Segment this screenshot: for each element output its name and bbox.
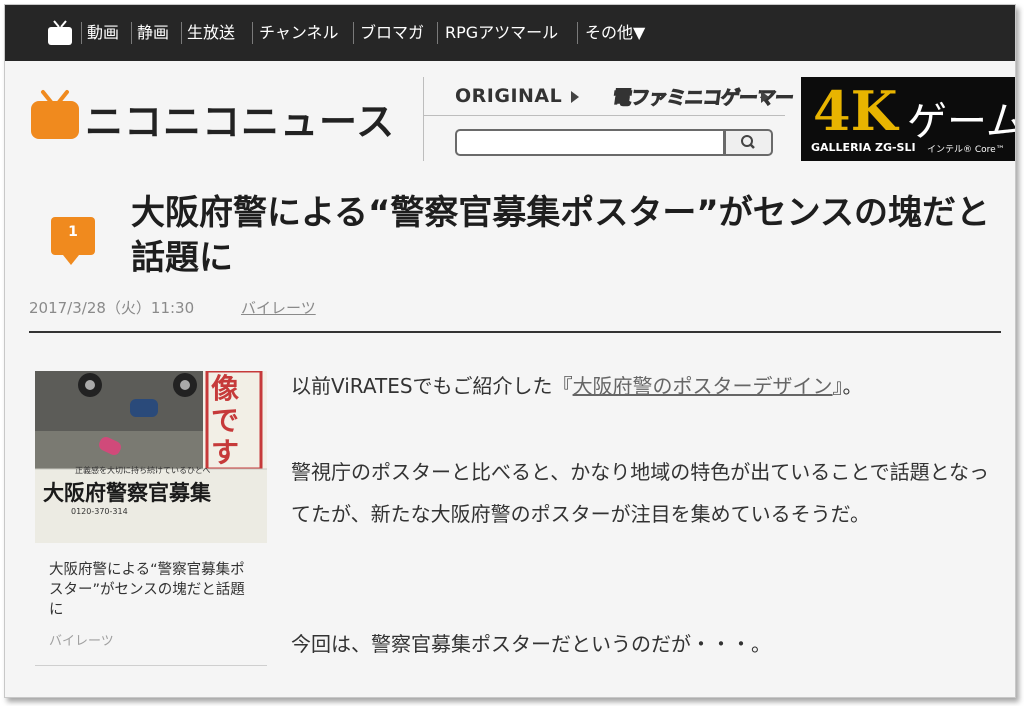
original-link[interactable]: ORIGINAL <box>455 85 562 107</box>
search-input[interactable] <box>455 129 725 156</box>
chevron-right-icon <box>761 91 769 103</box>
niconico-news-logo-icon[interactable] <box>29 89 81 145</box>
ad-headline: 4K <box>813 79 898 143</box>
global-nav-bar: 動画 静画 生放送 チャンネル ブロマガ RPGアツマール その他▼ <box>5 5 1015 61</box>
browser-window: 動画 静画 生放送 チャンネル ブロマガ RPGアツマール その他▼ ニコニコニ… <box>4 4 1016 698</box>
ranking-badge-number: 1 <box>68 224 78 240</box>
chevron-right-icon <box>571 91 579 103</box>
side-card-source: バイレーツ <box>49 634 114 649</box>
article-thumbnail[interactable]: 像です 正義感を大切に持ち続けているひとへ 大阪府警察官募集 0120-370-… <box>35 371 267 543</box>
article-paragraph-2: 警視庁のポスターと比べると、かなり地域の特色が出ていることで話題となってたが、新… <box>291 460 989 526</box>
nav-separator <box>81 22 82 44</box>
thumbnail-poster-phone: 0120-370-314 <box>71 507 128 516</box>
ad-product-name: GALLERIA ZG-SLI <box>811 141 916 154</box>
nav-separator <box>131 22 132 44</box>
nav-item-rpg-atsumaru[interactable]: RPGアツマール <box>445 22 558 44</box>
side-card-title[interactable]: 大阪府警による“警察官募集ポスター”がセンスの塊だと話題に <box>49 560 255 620</box>
nav-item-others[interactable]: その他▼ <box>585 22 645 44</box>
article-paragraph-1: 以前ViRATESでもご紹介した『大阪府警のポスターデザイン』。 <box>291 365 1001 407</box>
nav-separator <box>353 22 354 44</box>
niconico-tv-icon[interactable] <box>47 20 73 46</box>
nav-item-live[interactable]: 生放送 <box>187 22 235 44</box>
search-button[interactable] <box>725 129 773 156</box>
advertisement-banner[interactable]: 4K ゲーム GALLERIA ZG-SLI インテル® Core™ <box>801 77 1015 161</box>
article-paragraph-3: 今回は、警察官募集ポスターだというのだが・・・。 <box>291 632 771 656</box>
nav-separator <box>437 22 438 44</box>
search-icon <box>741 135 755 149</box>
thumbnail-poster-caption: 正義感を大切に持ち続けているひとへ <box>75 466 211 475</box>
nav-separator <box>252 22 253 44</box>
article-title: 大阪府警による“警察官募集ポスター”がセンスの塊だと話題に <box>131 193 990 278</box>
paragraph-text: 』。 <box>832 374 863 398</box>
thumbnail-poster-red-text: 像です <box>211 372 240 469</box>
nav-separator <box>181 22 182 44</box>
thumbnail-poster-heading: 大阪府警察官募集 <box>43 481 211 505</box>
paragraph-text: 以前ViRATESでもご紹介した『 <box>291 374 573 398</box>
header-divider <box>423 115 785 116</box>
site-logo-text[interactable]: ニコニコニュース <box>85 91 395 146</box>
posters-design-link[interactable]: 大阪府警のポスターデザイン <box>573 374 833 398</box>
header-divider <box>423 77 424 161</box>
nav-item-blomaga[interactable]: ブロマガ <box>360 22 424 44</box>
ranking-badge-tail <box>63 255 79 265</box>
ad-headline-kana: ゲーム <box>907 99 1015 145</box>
nav-separator <box>577 22 578 44</box>
nav-item-seiga[interactable]: 静画 <box>137 22 169 44</box>
article-source-link[interactable]: バイレーツ <box>241 297 316 318</box>
nav-item-video[interactable]: 動画 <box>87 22 119 44</box>
side-card-divider <box>35 665 267 666</box>
nav-item-channel[interactable]: チャンネル <box>259 22 339 44</box>
article-divider <box>29 331 1001 333</box>
ad-cpu-text: インテル® Core™ <box>927 145 1005 155</box>
article-date: 2017/3/28（火）11:30 <box>29 299 195 317</box>
